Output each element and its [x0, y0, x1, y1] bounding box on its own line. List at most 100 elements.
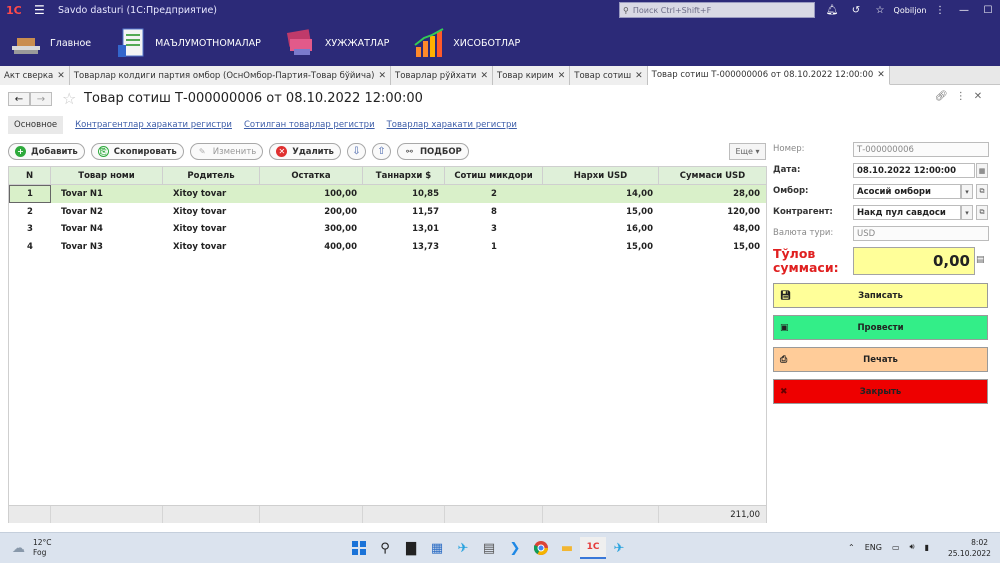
- cell-sum[interactable]: 48,00: [659, 220, 766, 238]
- telegram-alt-icon[interactable]: ✈: [606, 537, 632, 559]
- menu-item-reports[interactable]: ХИСОБОТЛАР: [411, 27, 520, 59]
- close-tab-icon[interactable]: ✕: [480, 71, 488, 81]
- cell-product[interactable]: Tovar N3: [51, 238, 163, 256]
- counterparty-field[interactable]: Накд пул савдоси: [853, 205, 961, 220]
- cell-product[interactable]: Tovar N1: [51, 185, 163, 203]
- language-indicator[interactable]: ENG: [865, 543, 882, 552]
- calculator-icon[interactable]: ▤: [976, 255, 985, 265]
- cell-parent[interactable]: Xitoy tovar: [163, 238, 260, 256]
- cell-n[interactable]: 2: [9, 203, 51, 221]
- cell-parent[interactable]: Xitoy tovar: [163, 203, 260, 221]
- table-row[interactable]: 3 Tovar N4 Xitoy tovar 300,00 13,01 3 16,00 48,…: [9, 220, 766, 238]
- warehouse-dropdown-icon[interactable]: ▾: [961, 184, 973, 199]
- close-tab-icon[interactable]: ✕: [57, 71, 65, 81]
- display-icon[interactable]: ▭: [892, 543, 900, 552]
- bell-icon[interactable]: 🔔︎: [820, 5, 844, 16]
- telegram-icon[interactable]: ✈: [450, 537, 476, 559]
- table-row[interactable]: 4 Tovar N3 Xitoy tovar 400,00 13,73 1 15,00 15,…: [9, 238, 766, 256]
- col-header-product[interactable]: Товар номи: [51, 167, 163, 184]
- cell-stock[interactable]: 100,00: [260, 185, 363, 203]
- cell-parent[interactable]: Xitoy tovar: [163, 185, 260, 203]
- close-tab-icon[interactable]: ✕: [558, 71, 566, 81]
- more-actions-icon[interactable]: ⋮: [956, 91, 966, 102]
- add-button[interactable]: + Добавить: [8, 143, 85, 160]
- widgets-icon[interactable]: ▦: [424, 537, 450, 559]
- cell-sum[interactable]: 120,00: [659, 203, 766, 221]
- cell-cost[interactable]: 13,73: [363, 238, 445, 256]
- cell-price[interactable]: 14,00: [543, 185, 659, 203]
- cell-n[interactable]: 3: [9, 220, 51, 238]
- chrome-icon[interactable]: [528, 537, 554, 559]
- warehouse-open-icon[interactable]: ⧉: [976, 184, 988, 199]
- subnav-sold-goods-register[interactable]: Сотилган товарлар регистри: [244, 120, 375, 130]
- cell-sum[interactable]: 28,00: [659, 185, 766, 203]
- hamburger-menu-icon[interactable]: ☰: [34, 3, 50, 17]
- link-icon[interactable]: 🔗︎: [935, 91, 948, 102]
- cell-product[interactable]: Tovar N2: [51, 203, 163, 221]
- podbor-button[interactable]: ⚯ ПОДБОР: [396, 143, 469, 160]
- cell-price[interactable]: 16,00: [543, 220, 659, 238]
- menu-item-documents[interactable]: ХУЖЖАТЛАР: [283, 27, 389, 59]
- tab-goods-list[interactable]: Товарлар рўйхати ✕: [391, 66, 494, 85]
- cell-quantity[interactable]: 2: [445, 185, 543, 203]
- print-button[interactable]: ⎙ Печать: [773, 347, 988, 372]
- global-search-input[interactable]: ⚲ Поиск Ctrl+Shift+F: [619, 2, 815, 18]
- cell-cost[interactable]: 11,57: [363, 203, 445, 221]
- volume-icon[interactable]: 🔊︎: [910, 542, 915, 552]
- search-icon[interactable]: ⚲: [372, 537, 398, 559]
- counterparty-open-icon[interactable]: ⧉: [976, 205, 988, 220]
- favorite-star-icon[interactable]: ☆: [62, 89, 76, 108]
- vscode-icon[interactable]: ❯: [502, 537, 528, 559]
- menu-item-directories[interactable]: МАЪЛУМОТНОМАЛАР: [113, 27, 261, 59]
- cell-cost[interactable]: 10,85: [363, 185, 445, 203]
- cell-product[interactable]: Tovar N4: [51, 220, 163, 238]
- more-dropdown-button[interactable]: Еще ▾: [729, 143, 766, 160]
- close-tab-icon[interactable]: ✕: [635, 71, 643, 81]
- move-up-icon[interactable]: ⇧: [371, 143, 391, 160]
- col-header-sum[interactable]: Суммаси USD: [659, 167, 766, 184]
- calendar-icon[interactable]: ▦: [976, 163, 988, 178]
- subnav-main[interactable]: Основное: [8, 116, 64, 134]
- cell-quantity[interactable]: 8: [445, 203, 543, 221]
- calculator-app-icon[interactable]: ▤: [476, 537, 502, 559]
- file-explorer-icon[interactable]: ▬: [554, 537, 580, 559]
- system-clock[interactable]: 8:02 25.10.2022: [948, 537, 991, 559]
- cell-n[interactable]: 1: [9, 185, 51, 203]
- date-field[interactable]: 08.10.2022 12:00:00: [853, 163, 975, 178]
- tab-stock-report[interactable]: Товарлар колдиги партия омбор (ОснОмбор-…: [69, 66, 392, 85]
- col-header-cost[interactable]: Таннархи $: [363, 167, 445, 184]
- task-view-icon[interactable]: ▇: [398, 537, 424, 559]
- edit-button[interactable]: ✎ Изменить: [189, 143, 264, 160]
- close-form-icon[interactable]: ✕: [974, 91, 982, 102]
- close-tab-icon[interactable]: ✕: [877, 70, 885, 80]
- forward-arrow-icon[interactable]: →: [30, 92, 52, 106]
- cell-sum[interactable]: 15,00: [659, 238, 766, 256]
- windows-start-icon[interactable]: [346, 537, 372, 559]
- col-header-n[interactable]: N: [9, 167, 51, 184]
- tab-goods-receipt[interactable]: Товар кирим ✕: [493, 66, 571, 85]
- weather-widget[interactable]: ☁ 12°C Fog: [12, 538, 52, 558]
- col-header-quantity[interactable]: Сотиш микдори: [445, 167, 543, 184]
- tab-current-document[interactable]: Товар сотиш Т-000000006 от 08.10.2022 12…: [647, 66, 890, 85]
- cell-parent[interactable]: Xitoy tovar: [163, 220, 260, 238]
- more-icon[interactable]: ⋮: [928, 5, 952, 16]
- subnav-goods-movement-register[interactable]: Товарлар харакати регистри: [387, 120, 517, 130]
- cell-price[interactable]: 15,00: [543, 238, 659, 256]
- cell-quantity[interactable]: 3: [445, 220, 543, 238]
- save-button[interactable]: 💾︎ Записать: [773, 283, 988, 308]
- warehouse-field[interactable]: Асосий омбори: [853, 184, 961, 199]
- cell-stock[interactable]: 300,00: [260, 220, 363, 238]
- col-header-stock[interactable]: Остатка: [260, 167, 363, 184]
- minimize-icon[interactable]: —: [952, 5, 976, 16]
- cell-n[interactable]: 4: [9, 238, 51, 256]
- number-field[interactable]: Т-000000006: [853, 142, 989, 157]
- col-header-parent[interactable]: Родитель: [163, 167, 260, 184]
- delete-button[interactable]: ✕ Удалить: [269, 143, 341, 160]
- chevron-up-icon[interactable]: ⌃: [848, 543, 855, 552]
- history-icon[interactable]: ↺: [844, 5, 868, 16]
- close-button[interactable]: ✖ Закрыть: [773, 379, 988, 404]
- current-user[interactable]: Qobiljon: [892, 6, 928, 15]
- counterparty-dropdown-icon[interactable]: ▾: [961, 205, 973, 220]
- back-arrow-icon[interactable]: ←: [8, 92, 30, 106]
- 1c-app-icon[interactable]: 1С: [580, 537, 606, 559]
